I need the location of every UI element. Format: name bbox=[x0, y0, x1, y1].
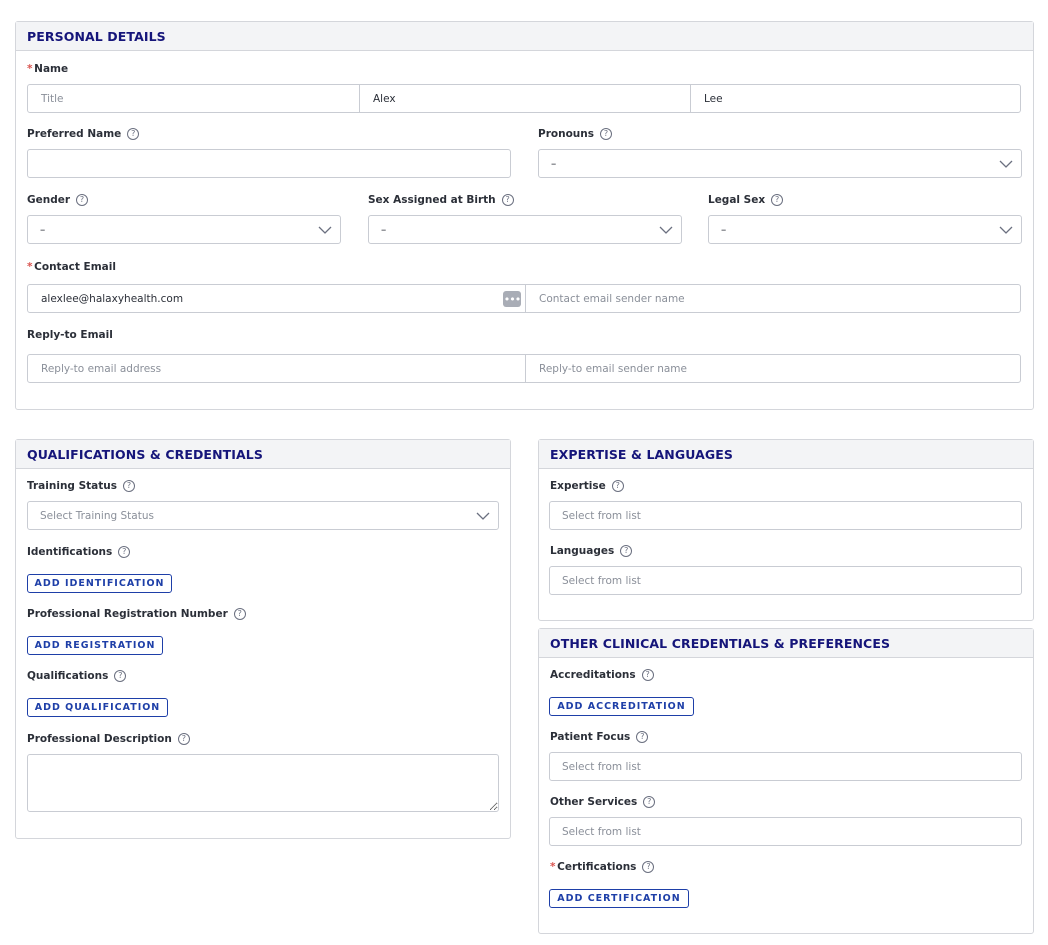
add-accreditation-button[interactable]: ADD ACCREDITATION bbox=[549, 697, 694, 716]
help-icon[interactable]: ? bbox=[643, 796, 656, 808]
help-icon[interactable]: ? bbox=[599, 128, 612, 140]
contact-email-label: * Contact Email bbox=[27, 261, 116, 273]
help-icon[interactable]: ? bbox=[611, 480, 624, 492]
gender-label: Gender ? bbox=[27, 194, 89, 206]
legal-sex-label: Legal Sex ? bbox=[708, 194, 784, 206]
help-icon[interactable]: ? bbox=[118, 546, 131, 558]
qualifications-panel: QUALIFICATIONS & CREDENTIALS Training St… bbox=[15, 439, 511, 839]
training-status-placeholder: Select Training Status bbox=[40, 509, 154, 522]
training-status-select[interactable]: Select Training Status bbox=[27, 501, 499, 530]
required-asterisk: * bbox=[27, 63, 33, 75]
languages-input[interactable]: Select from list bbox=[549, 566, 1022, 595]
training-status-label: Training Status ? bbox=[27, 480, 136, 492]
chevron-down-icon bbox=[999, 160, 1013, 168]
chevron-down-icon bbox=[659, 226, 673, 234]
contact-email-value: alexlee@halaxyhealth.com bbox=[41, 292, 184, 305]
required-asterisk: * bbox=[27, 261, 33, 273]
chevron-down-icon bbox=[999, 226, 1013, 234]
qualifications-header: QUALIFICATIONS & CREDENTIALS bbox=[16, 440, 510, 469]
add-certification-button[interactable]: ADD CERTIFICATION bbox=[549, 889, 689, 908]
gender-value: – bbox=[40, 223, 46, 236]
name-label: * Name bbox=[27, 63, 69, 75]
name-fields: Title Alex Lee bbox=[27, 84, 1021, 113]
contact-email-fields: alexlee@halaxyhealth.com ••• Contact ema… bbox=[27, 284, 1021, 313]
sex-at-birth-select[interactable]: – bbox=[368, 215, 682, 244]
help-icon[interactable]: ? bbox=[177, 733, 190, 745]
other-credentials-title: OTHER CLINICAL CREDENTIALS & PREFERENCES bbox=[550, 635, 891, 651]
preferred-name-label: Preferred Name ? bbox=[27, 128, 140, 140]
personal-details-title: PERSONAL DETAILS bbox=[27, 28, 166, 44]
accreditations-label: Accreditations ? bbox=[550, 669, 654, 681]
other-services-input[interactable]: Select from list bbox=[549, 817, 1022, 846]
sex-at-birth-value: – bbox=[381, 223, 387, 236]
name-title-field[interactable]: Title bbox=[28, 85, 359, 112]
reply-to-email-label: Reply-to Email bbox=[27, 329, 113, 341]
expertise-input[interactable]: Select from list bbox=[549, 501, 1022, 530]
help-icon[interactable]: ? bbox=[233, 608, 246, 620]
expertise-panel: EXPERTISE & LANGUAGES Expertise ? Select… bbox=[538, 439, 1034, 621]
first-name-field[interactable]: Alex bbox=[359, 85, 690, 112]
preferred-name-input[interactable] bbox=[27, 149, 511, 178]
qualifications-title: QUALIFICATIONS & CREDENTIALS bbox=[27, 446, 263, 462]
help-icon[interactable]: ? bbox=[123, 480, 136, 492]
registration-number-label: Professional Registration Number ? bbox=[27, 608, 246, 620]
help-icon[interactable]: ? bbox=[114, 670, 127, 682]
patient-focus-label: Patient Focus ? bbox=[550, 731, 649, 743]
sex-at-birth-label: Sex Assigned at Birth ? bbox=[368, 194, 514, 206]
other-services-label: Other Services ? bbox=[550, 796, 656, 808]
patient-focus-input[interactable]: Select from list bbox=[549, 752, 1022, 781]
legal-sex-value: – bbox=[721, 223, 727, 236]
languages-label: Languages ? bbox=[550, 545, 633, 557]
qualifications-label: Qualifications ? bbox=[27, 670, 127, 682]
personal-details-header: PERSONAL DETAILS bbox=[16, 22, 1033, 51]
pronouns-label: Pronouns ? bbox=[538, 128, 612, 140]
professional-description-textarea[interactable] bbox=[27, 754, 499, 812]
required-asterisk: * bbox=[550, 861, 556, 873]
help-icon[interactable]: ? bbox=[771, 194, 784, 206]
help-icon[interactable]: ? bbox=[76, 194, 89, 206]
chevron-down-icon bbox=[318, 226, 332, 234]
last-name-field[interactable]: Lee bbox=[690, 85, 1020, 112]
add-registration-button[interactable]: ADD REGISTRATION bbox=[27, 636, 163, 655]
reply-to-sender-input[interactable]: Reply-to email sender name bbox=[525, 355, 1020, 382]
legal-sex-select[interactable]: – bbox=[708, 215, 1022, 244]
reply-to-fields: Reply-to email address Reply-to email se… bbox=[27, 354, 1021, 383]
expertise-label: Expertise ? bbox=[550, 480, 624, 492]
personal-details-panel: PERSONAL DETAILS * Name Title Alex Lee P… bbox=[15, 21, 1034, 410]
contact-email-input[interactable]: alexlee@halaxyhealth.com ••• bbox=[28, 285, 525, 312]
add-qualification-button[interactable]: ADD QUALIFICATION bbox=[27, 698, 168, 717]
help-icon[interactable]: ? bbox=[636, 731, 649, 743]
other-credentials-header: OTHER CLINICAL CREDENTIALS & PREFERENCES bbox=[539, 629, 1033, 658]
more-options-icon[interactable]: ••• bbox=[503, 291, 521, 307]
pronouns-select[interactable]: – bbox=[538, 149, 1022, 178]
certifications-label: * Certifications ? bbox=[550, 861, 655, 873]
other-credentials-panel: OTHER CLINICAL CREDENTIALS & PREFERENCES… bbox=[538, 628, 1034, 934]
help-icon[interactable]: ? bbox=[620, 545, 633, 557]
pronouns-value: – bbox=[551, 157, 557, 170]
help-icon[interactable]: ? bbox=[127, 128, 140, 140]
help-icon[interactable]: ? bbox=[641, 669, 654, 681]
expertise-header: EXPERTISE & LANGUAGES bbox=[539, 440, 1033, 469]
contact-email-sender-input[interactable]: Contact email sender name bbox=[525, 285, 1020, 312]
help-icon[interactable]: ? bbox=[501, 194, 514, 206]
chevron-down-icon bbox=[476, 512, 490, 520]
expertise-title: EXPERTISE & LANGUAGES bbox=[550, 446, 733, 462]
identifications-label: Identifications ? bbox=[27, 546, 131, 558]
add-identification-button[interactable]: ADD IDENTIFICATION bbox=[27, 574, 172, 593]
gender-select[interactable]: – bbox=[27, 215, 341, 244]
help-icon[interactable]: ? bbox=[642, 861, 655, 873]
professional-description-label: Professional Description ? bbox=[27, 733, 190, 745]
reply-to-address-input[interactable]: Reply-to email address bbox=[28, 355, 525, 382]
